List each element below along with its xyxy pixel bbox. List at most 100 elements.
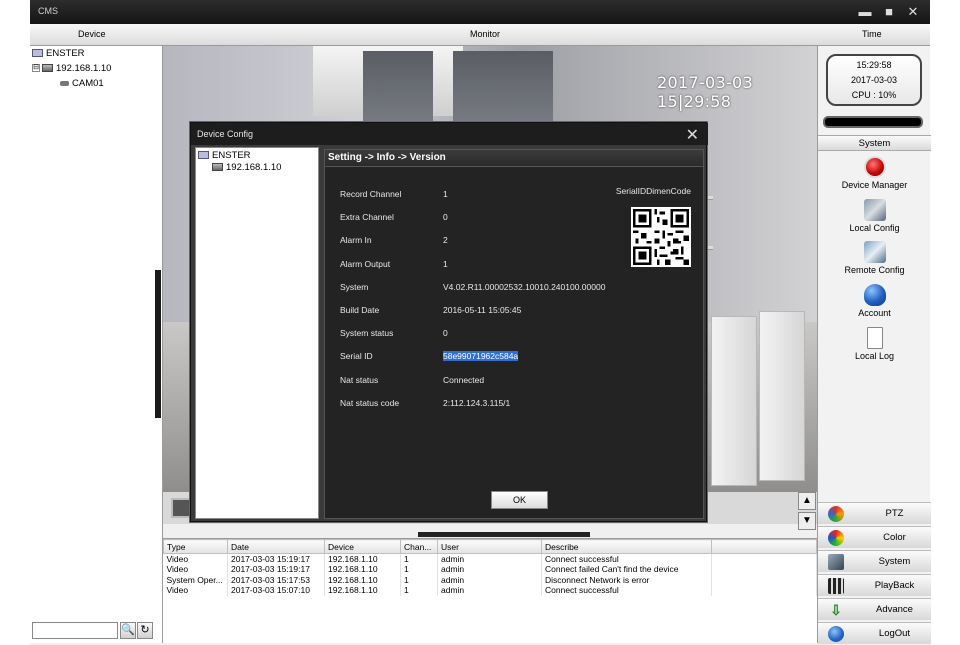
system-icon [828, 554, 844, 570]
remote-config-icon [863, 241, 886, 263]
system-section-header: System [818, 135, 931, 151]
monitor-header: Monitor [470, 29, 501, 39]
device-manager-icon [863, 156, 886, 178]
cell-channel: 1 [400, 585, 438, 596]
local-config-label: Local Config [849, 223, 900, 233]
remote-config-label: Remote Config [844, 265, 905, 275]
video-osd-timestamp: 2017-03-03 15|29:58 [657, 73, 753, 111]
color-icon [828, 530, 844, 546]
cell-device: 192.168.1.10 [324, 553, 401, 564]
network-root-icon [32, 49, 43, 58]
device-manager-button[interactable]: Device Manager [818, 156, 931, 190]
dialog-device-tree: ENSTER 192.168.1.10 [195, 147, 319, 519]
col-type[interactable]: Type [163, 539, 228, 554]
info-row-nat-status-code: Nat status code 2:112.124.3.115/1 [325, 398, 703, 412]
refresh-icon[interactable]: ↻ [137, 622, 153, 639]
video-cabinet [759, 311, 805, 481]
video-blind [453, 51, 553, 131]
info-value: Connected [443, 375, 485, 385]
info-row-nat-status: Nat status Connected [325, 375, 703, 389]
monitor-left-handle[interactable] [155, 270, 161, 418]
title-bar: CMS ▬ ■ ✕ [30, 0, 930, 24]
col-user[interactable]: User [437, 539, 542, 554]
cell-type: Video [163, 564, 228, 575]
cell-channel: 1 [400, 553, 438, 564]
info-key: Build Date [340, 305, 380, 315]
system-button[interactable]: System [818, 550, 931, 572]
cell-device: 192.168.1.10 [324, 564, 401, 575]
search-icon[interactable]: 🔍 [120, 622, 136, 639]
close-icon[interactable]: ✕ [686, 125, 699, 145]
minimize-icon[interactable]: ▬ [858, 5, 872, 19]
dialog-title-bar[interactable]: Device Config ✕ [191, 123, 708, 145]
info-key: System [340, 282, 369, 292]
cell-describe: Connect failed Can't find the device [541, 564, 712, 575]
dialog-title: Device Config [197, 129, 254, 139]
serial-id-value[interactable]: 58e99071962c584a [443, 351, 519, 361]
col-channel[interactable]: Chan... [400, 539, 438, 554]
table-row[interactable]: Video 2017-03-03 15:19:17 192.168.1.10 1… [163, 553, 817, 564]
layout-icon[interactable] [171, 498, 191, 518]
right-panel: 15:29:58 2017-03-03 CPU : 10% System Dev… [817, 46, 931, 644]
column-headers: Device Monitor Time [30, 24, 930, 46]
maximize-icon[interactable]: ■ [882, 5, 896, 19]
system-label: System [878, 556, 911, 567]
col-device[interactable]: Device [324, 539, 401, 554]
panel-splitter[interactable] [418, 532, 590, 537]
log-scroll-arrows: ▲ ▼ [798, 492, 816, 532]
cell-device: 192.168.1.10 [324, 574, 401, 585]
table-row[interactable]: System Oper... 2017-03-03 15:17:53 192.1… [163, 574, 817, 585]
dialog-tree-root[interactable]: ENSTER [198, 150, 251, 161]
account-button[interactable]: Account [818, 284, 931, 318]
color-label: Color [883, 532, 906, 543]
info-key: Nat status code [340, 398, 400, 408]
playback-icon [828, 578, 844, 594]
device-search-input[interactable] [32, 622, 118, 639]
device-panel: ENSTER ⊟ 192.168.1.10 CAM01 🔍 ↻ [30, 46, 163, 643]
col-describe[interactable]: Describe [541, 539, 712, 554]
info-value: 1 [443, 189, 448, 199]
local-log-button[interactable]: Local Log [818, 327, 931, 361]
info-key: Extra Channel [340, 212, 394, 222]
tree-item-device[interactable]: ⊟ 192.168.1.10 [32, 63, 111, 74]
remote-config-button[interactable]: Remote Config [818, 241, 931, 275]
close-icon[interactable]: ✕ [906, 5, 920, 19]
dialog-tree-device[interactable]: 192.168.1.10 [212, 162, 281, 173]
device-manager-label: Device Manager [841, 180, 908, 190]
logout-icon [828, 626, 844, 642]
info-value: 1 [443, 259, 448, 269]
table-row[interactable]: Video 2017-03-03 15:07:10 192.168.1.10 1… [163, 585, 817, 596]
clock-date: 2017-03-03 [850, 75, 898, 85]
breadcrumb: Setting -> Info -> Version [325, 150, 703, 167]
cell-user: admin [437, 574, 542, 585]
collapse-icon[interactable]: ⊟ [32, 64, 40, 73]
local-config-button[interactable]: Local Config [818, 199, 931, 233]
color-button[interactable]: Color [818, 526, 931, 548]
tree-item-camera[interactable]: CAM01 [60, 78, 104, 89]
cell-date: 2017-03-03 15:19:17 [227, 564, 325, 575]
ok-button[interactable]: OK [491, 491, 548, 509]
video-blind [363, 51, 433, 131]
cpu-usage: CPU : 10% [851, 90, 897, 100]
info-row-build-date: Build Date 2016-05-11 15:05:45 [325, 305, 703, 319]
time-header: Time [862, 29, 882, 39]
info-row-alarm-in: Alarm In 2 [325, 235, 703, 249]
scroll-down-icon[interactable]: ▼ [798, 512, 816, 530]
playback-button[interactable]: PlayBack [818, 574, 931, 596]
cell-type: System Oper... [163, 574, 228, 585]
logout-button[interactable]: LogOut [818, 622, 931, 644]
info-key: Serial ID [340, 351, 373, 361]
tree-item-root[interactable]: ENSTER [32, 48, 85, 59]
table-row[interactable]: Video 2017-03-03 15:19:17 192.168.1.10 1… [163, 564, 817, 575]
info-row-system-status: System status 0 [325, 328, 703, 342]
version-info-panel: Setting -> Info -> Version SerialIDDimen… [324, 149, 704, 519]
scroll-up-icon[interactable]: ▲ [798, 492, 816, 510]
advance-button[interactable]: ⇩ Advance [818, 598, 931, 620]
col-date[interactable]: Date [227, 539, 325, 554]
cell-device: 192.168.1.10 [324, 585, 401, 596]
camera-icon [60, 80, 69, 86]
local-log-icon [866, 327, 883, 349]
ptz-button[interactable]: PTZ [818, 502, 931, 524]
cell-date: 2017-03-03 15:07:10 [227, 585, 325, 596]
cell-describe: Connect successful [541, 585, 712, 596]
